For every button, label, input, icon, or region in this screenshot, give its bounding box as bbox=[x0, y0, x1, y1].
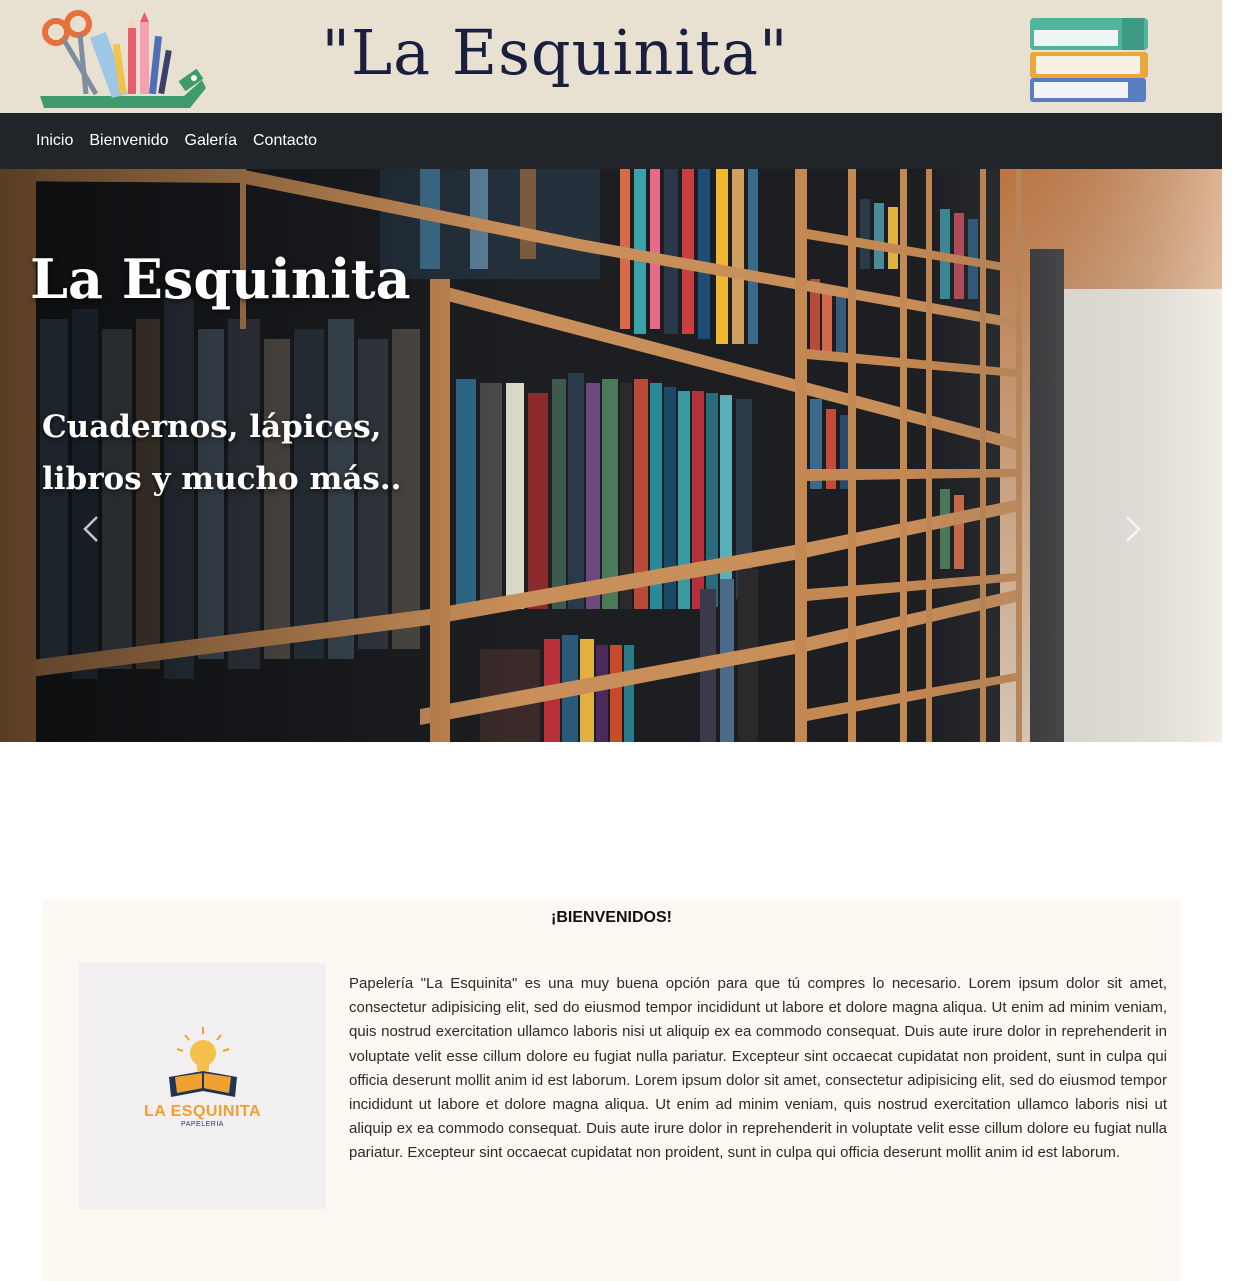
hero-subtitle: Cuadernos, lápices, libros y mucho más.. bbox=[42, 409, 402, 497]
chevron-right-icon bbox=[1126, 516, 1141, 542]
welcome-paragraph: Papelería "La Esquinita" es una muy buen… bbox=[349, 975, 1167, 1162]
nav-link-inicio[interactable]: Inicio bbox=[28, 132, 81, 150]
hero-carousel: La Esquinita Cuadernos, lápices, libros … bbox=[0, 169, 1222, 742]
nav-link-bienvenido[interactable]: Bienvenido bbox=[81, 132, 176, 150]
carousel-prev-button[interactable] bbox=[72, 509, 112, 549]
books-stack-icon bbox=[1030, 18, 1148, 102]
chevron-left-icon bbox=[83, 516, 98, 542]
nav-link-galeria[interactable]: Galería bbox=[177, 132, 245, 150]
logo-name: LA ESQUINITA bbox=[143, 1103, 262, 1120]
hero-title: La Esquinita bbox=[30, 247, 411, 311]
welcome-heading: ¡BIENVENIDOS! bbox=[551, 909, 672, 926]
lightbulb-book-logo-icon bbox=[169, 1027, 237, 1097]
main-navbar: Inicio Bienvenido Galería Contacto bbox=[0, 113, 1222, 169]
logo-subtitle: PAPELERIA bbox=[181, 1121, 224, 1128]
stationery-icon bbox=[40, 10, 206, 108]
site-title: "La Esquinita" bbox=[321, 16, 789, 89]
carousel-next-button[interactable] bbox=[1112, 509, 1152, 549]
logo-card: LA ESQUINITA PAPELERIA bbox=[79, 963, 326, 1209]
nav-link-contacto[interactable]: Contacto bbox=[245, 132, 325, 150]
welcome-section: ¡BIENVENIDOS! LA ESQUINITA PAPELERIA Pap… bbox=[43, 899, 1180, 1281]
site-header: "La Esquinita" bbox=[0, 0, 1222, 113]
